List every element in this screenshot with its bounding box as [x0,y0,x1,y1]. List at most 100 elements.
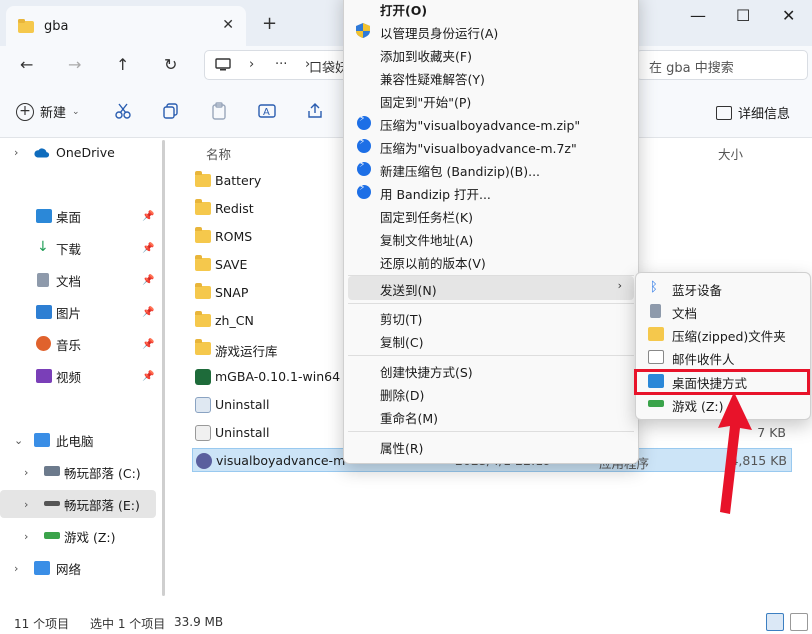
sidebar-item-drive-e[interactable]: › 畅玩部落 (E:) [0,490,156,518]
bandizip-icon [357,183,371,199]
cloud-icon [34,148,50,158]
menu-item-properties[interactable]: 属性(R) [348,435,634,458]
context-menu: 打开(O) 以管理员身份运行(A) 添加到收藏夹(F) 兼容性疑难解答(Y) 固… [343,0,639,464]
tiles-view-button[interactable] [790,613,808,631]
menu-item-run-as-admin[interactable]: 以管理员身份运行(A) [348,20,634,43]
file-name: SAVE [215,257,248,272]
pin-icon[interactable]: 📌 [142,339,154,350]
menu-item-label: 属性(R) [380,441,424,456]
drive-icon [44,466,60,476]
tab-close-icon[interactable]: ✕ [222,17,234,33]
file-name: Uninstall [215,397,270,412]
menu-item-open[interactable]: 打开(O) [348,0,634,20]
address-more-button[interactable]: ··· [275,57,287,72]
sidebar-item-pictures[interactable]: 图片 📌 [0,298,156,326]
folder-icon [195,311,211,327]
sidebar-item-this-pc[interactable]: ⌄ 此电脑 [0,426,156,454]
sidebar-item-documents[interactable]: 文档 📌 [0,266,156,294]
send-to-mail[interactable]: 邮件收件人 [640,346,808,369]
menu-item-label: 兼容性疑难解答(Y) [380,72,485,87]
column-size[interactable]: 大小 [718,144,743,163]
up-button[interactable]: ↑ [116,55,129,74]
monitor-icon [215,58,231,71]
back-button[interactable]: ← [20,55,33,74]
menu-item-compress-zip[interactable]: 压缩为"visualboyadvance-m.zip" [348,112,634,135]
menu-item-add-favorites[interactable]: 添加到收藏夹(F) [348,43,634,66]
drive-icon [44,501,60,506]
pin-icon[interactable]: 📌 [142,243,154,254]
menu-item-label: 新建压缩包 (Bandizip)(B)... [380,164,541,179]
chevron-right-icon: › [24,529,29,543]
selected-count: 选中 1 个项目 [90,617,166,631]
sidebar-item-label: 视频 [56,369,82,385]
sidebar-item-drive-z[interactable]: › 游戏 (Z:) [0,522,156,550]
pin-icon[interactable]: 📌 [142,275,154,286]
sidebar-item-onedrive[interactable]: › OneDrive [0,138,156,166]
svg-text:A: A [263,107,270,118]
folder-icon [195,255,211,271]
menu-item-restore-versions[interactable]: 还原以前的版本(V) [348,250,634,273]
menu-item-new-archive[interactable]: 新建压缩包 (Bandizip)(B)... [348,158,634,181]
share-icon[interactable] [306,102,324,120]
sidebar-item-network[interactable]: › 网络 [0,554,156,582]
menu-separator [348,431,634,432]
close-window-button[interactable]: ✕ [782,6,795,25]
tab-gba[interactable]: gba ✕ [6,6,246,46]
download-icon: ↓ [37,239,49,255]
menu-item-compress-7z[interactable]: 压缩为"visualboyadvance-m.7z" [348,135,634,158]
sidebar-item-label: 畅玩部落 (C:) [64,465,141,481]
copy-icon[interactable] [162,102,180,120]
forward-button[interactable]: → [68,55,81,74]
column-name[interactable]: 名称 [206,144,231,163]
vba-icon [196,453,212,469]
paste-icon[interactable] [210,102,228,120]
pin-icon[interactable]: 📌 [142,307,154,318]
menu-item-compat-troubleshoot[interactable]: 兼容性疑难解答(Y) [348,66,634,89]
details-label: 详细信息 [738,107,791,122]
details-pane-button[interactable]: 详细信息 [716,103,790,122]
pin-icon[interactable]: 📌 [142,211,154,222]
new-button[interactable]: + 新建 ⌄ [16,102,80,121]
file-name: Redist [215,201,254,216]
menu-item-copy-path[interactable]: 复制文件地址(A) [348,227,634,250]
pin-icon[interactable]: 📌 [142,371,154,382]
menu-separator [348,303,634,304]
sidebar-scrollbar[interactable] [162,140,165,596]
chevron-right-icon: › [617,279,622,292]
desktop-icon [36,209,52,223]
menu-item-create-shortcut[interactable]: 创建快捷方式(S) [348,359,634,382]
menu-item-send-to[interactable]: 发送到(N) › [348,276,634,300]
status-bar: 11 个项目 选中 1 个项目 33.9 MB [0,610,812,634]
refresh-button[interactable]: ↻ [164,55,177,74]
sidebar-item-videos[interactable]: 视频 📌 [0,362,156,390]
menu-item-pin-taskbar[interactable]: 固定到任务栏(K) [348,204,634,227]
menu-item-cut[interactable]: 剪切(T) [348,306,634,329]
menu-item-delete[interactable]: 删除(D) [348,382,634,405]
sidebar-item-drive-c[interactable]: › 畅玩部落 (C:) [0,458,156,486]
details-view-button[interactable] [766,613,784,631]
video-icon [36,369,52,383]
send-to-documents[interactable]: 文档 [640,300,808,323]
bluetooth-icon: ᛒ [650,280,658,295]
menu-item-label: 用 Bandizip 打开... [380,187,491,202]
new-tab-button[interactable]: + [262,13,277,34]
send-to-zip-folder[interactable]: 压缩(zipped)文件夹 [640,323,808,346]
sidebar-item-label: OneDrive [56,144,115,160]
search-input[interactable]: 在 gba 中搜索 [636,50,808,80]
sidebar-item-downloads[interactable]: ↓ 下载 📌 [0,234,156,262]
send-to-bluetooth[interactable]: ᛒ 蓝牙设备 [640,277,808,300]
rename-icon[interactable]: A [258,102,276,120]
cut-icon[interactable] [114,102,132,120]
menu-item-pin-start[interactable]: 固定到"开始"(P) [348,89,634,112]
menu-item-label: 删除(D) [380,388,425,403]
file-name: Uninstall [215,425,270,440]
minimize-button[interactable]: — [690,6,706,25]
menu-item-rename[interactable]: 重命名(M) [348,405,634,428]
file-name: zh_CN [215,313,254,328]
plus-icon: + [16,102,34,121]
maximize-button[interactable]: ☐ [736,6,750,25]
sidebar-item-desktop[interactable]: 桌面 📌 [0,202,156,230]
menu-item-copy[interactable]: 复制(C) [348,329,634,352]
menu-item-open-bandizip[interactable]: 用 Bandizip 打开... [348,181,634,204]
sidebar-item-music[interactable]: 音乐 📌 [0,330,156,358]
